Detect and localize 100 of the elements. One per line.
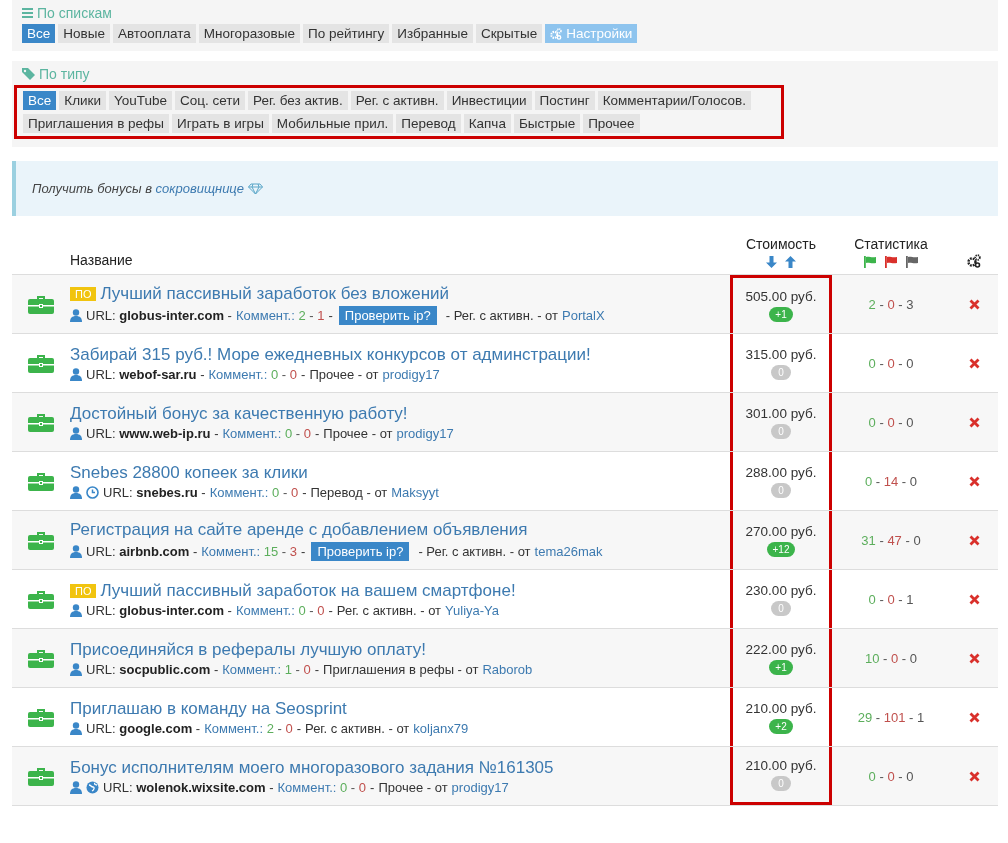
- separator-text: -: [301, 366, 306, 382]
- filter-tab[interactable]: Быстрые: [513, 114, 581, 133]
- filter-tab[interactable]: Соц. сети: [175, 91, 246, 110]
- task-title-link[interactable]: Регистрация на сайте аренде с добавлением объявления: [70, 519, 528, 540]
- comments-link[interactable]: Коммент.: 0 - 0: [208, 366, 298, 382]
- delete-button[interactable]: [968, 652, 980, 664]
- task-title-link[interactable]: Лучший пассивный заработок без вложений: [100, 283, 450, 304]
- stats-text: 29 - 101 - 1: [857, 709, 925, 725]
- separator-text: -: [370, 779, 375, 795]
- author-link[interactable]: koljanx79: [413, 720, 469, 736]
- bonus-badge: +2: [769, 718, 793, 734]
- price-text: 301.00 руб.: [745, 405, 817, 421]
- author-link[interactable]: Yuliya-Ya: [445, 602, 500, 618]
- column-header: Название: [70, 252, 134, 268]
- filter-tab[interactable]: Постинг: [534, 91, 595, 110]
- sort-down-icon[interactable]: [766, 256, 777, 268]
- url-text: URL: google.com -: [86, 720, 201, 736]
- filter-tab[interactable]: Инвестиции: [446, 91, 532, 110]
- stats-text: 0 - 0 - 0: [868, 355, 914, 371]
- task-title-link[interactable]: Snebes 28800 копеек за клики: [70, 462, 308, 483]
- filter-tab[interactable]: Избранные: [392, 24, 473, 43]
- user-icon: [70, 544, 82, 558]
- category-text: Рег. с активн. - от: [336, 602, 442, 618]
- separator-text: -: [315, 425, 320, 441]
- author-link[interactable]: Maksyyt: [391, 484, 439, 500]
- filter-tab[interactable]: Мобильные прил.: [271, 114, 394, 133]
- delete-button[interactable]: [968, 711, 980, 723]
- comments-link[interactable]: Коммент.: 0 - 0: [235, 602, 325, 618]
- category-text: Прочее - от: [309, 366, 379, 382]
- filter-tab[interactable]: Автооплата: [112, 24, 196, 43]
- briefcase-icon: [27, 706, 55, 728]
- filter-tab[interactable]: Капча: [463, 114, 511, 133]
- delete-button[interactable]: [968, 770, 980, 782]
- comments-link[interactable]: Коммент.: 0 - 0: [222, 425, 311, 441]
- author-link[interactable]: PortalX: [562, 307, 605, 323]
- filter-tab[interactable]: Скрытые: [475, 24, 543, 43]
- filter-tab[interactable]: Рег. с активн.: [350, 91, 444, 110]
- task-title-link[interactable]: Приглашаю в команду на Seosprint: [70, 698, 347, 719]
- delete-button[interactable]: [968, 593, 980, 605]
- url-text: URL: socpublic.com -: [86, 661, 219, 677]
- clock-icon: [86, 485, 99, 499]
- category-text: Рег. с активн. - от: [305, 720, 410, 736]
- filter-tab[interactable]: Комментарии/Голосов.: [597, 91, 751, 110]
- task-title-link[interactable]: Лучший пассивный заработок на вашем смартфоне!: [100, 580, 516, 601]
- comments-link[interactable]: Коммент.: 0 - 0: [209, 484, 299, 500]
- filter-tab[interactable]: Рег. без актив.: [248, 91, 348, 110]
- url-text: URL: globus-inter.com -: [86, 307, 232, 323]
- stats-text: 0 - 0 - 0: [868, 768, 914, 784]
- diamond-icon: [248, 182, 264, 195]
- task-title-link[interactable]: Присоединяйся в рефералы лучшую оплату!: [70, 639, 426, 660]
- stats-text: 31 - 47 - 0: [861, 532, 921, 548]
- filter-tab[interactable]: Перевод: [396, 114, 461, 133]
- url-text: URL: snebes.ru -: [103, 484, 206, 500]
- stats-text: 10 - 0 - 0: [864, 650, 918, 666]
- filter-tab[interactable]: По рейтингу: [302, 24, 390, 43]
- author-link[interactable]: prodigy17: [451, 779, 509, 795]
- author-link[interactable]: tema26mak: [534, 543, 603, 559]
- flag-icon[interactable]: [905, 256, 919, 268]
- author-link[interactable]: Raborob: [482, 661, 533, 677]
- filter-tab[interactable]: Приглашения в рефы: [23, 114, 169, 133]
- delete-button[interactable]: [968, 298, 980, 310]
- category-text: Прочее - от: [323, 425, 393, 441]
- separator-text: -: [328, 307, 333, 323]
- delete-button[interactable]: [968, 357, 980, 369]
- treasury-link[interactable]: сокровищнице: [155, 181, 245, 196]
- filter-tab[interactable]: Все: [23, 91, 57, 110]
- separator-text: -: [296, 720, 302, 736]
- check-ip-button[interactable]: Проверить ip?: [338, 305, 437, 325]
- task-title-link[interactable]: Забирай 315 руб.! Море ежедневных конкурсов от админстрации!: [70, 344, 591, 365]
- filter-tab[interactable]: Играть в игры: [171, 114, 269, 133]
- author-link[interactable]: prodigy17: [382, 366, 440, 382]
- delete-button[interactable]: [968, 416, 980, 428]
- task-title-link[interactable]: Достойный бонус за качественную работу!: [70, 403, 408, 424]
- filter-tab[interactable]: YouTube: [109, 91, 173, 110]
- bonus-badge: +12: [766, 541, 796, 557]
- delete-button[interactable]: [968, 475, 980, 487]
- comments-link[interactable]: Коммент.: 2 - 1: [235, 307, 325, 323]
- filter-tab[interactable]: Прочее: [583, 114, 640, 133]
- task-title-link[interactable]: Бонус исполнителям моего многоразового задания №161305: [70, 757, 554, 778]
- sort-up-icon[interactable]: [785, 256, 796, 268]
- separator-text: -: [302, 484, 307, 500]
- close-icon: [968, 711, 980, 723]
- briefcase-icon: [27, 411, 55, 433]
- briefcase-icon: [27, 588, 55, 610]
- delete-button[interactable]: [968, 534, 980, 546]
- settings-icon: [550, 27, 563, 40]
- filter-tab[interactable]: Клики: [59, 91, 106, 110]
- close-icon: [968, 357, 980, 369]
- close-icon: [968, 475, 980, 487]
- flag-icon[interactable]: [863, 256, 877, 268]
- filter-tab[interactable]: Новые: [58, 24, 110, 43]
- filter-tab[interactable]: Все: [22, 24, 56, 43]
- comments-link[interactable]: Коммент.: 1 - 0: [222, 661, 311, 677]
- flag-icon[interactable]: [884, 256, 898, 268]
- author-link[interactable]: prodigy17: [396, 425, 454, 441]
- check-ip-button[interactable]: Проверить ip?: [311, 541, 410, 561]
- comments-link[interactable]: Коммент.: 15 - 3: [201, 543, 298, 559]
- filter-tab[interactable]: Многоразовые: [198, 24, 300, 43]
- comments-link[interactable]: Коммент.: 2 - 0: [204, 720, 293, 736]
- comments-link[interactable]: Коммент.: 0 - 0: [277, 779, 367, 795]
